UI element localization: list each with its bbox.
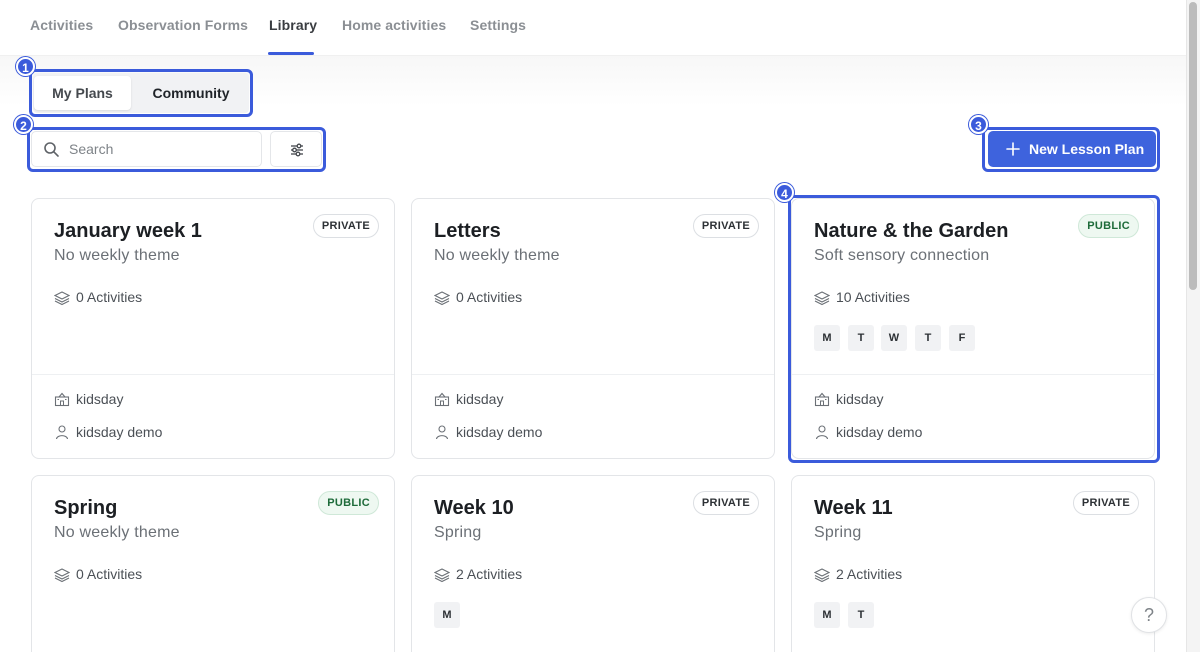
visibility-badge: PRIVATE bbox=[692, 491, 759, 515]
activity-count-label: 2 Activities bbox=[836, 566, 903, 582]
activity-count-label: 0 Activities bbox=[76, 289, 143, 305]
tab-activities[interactable]: Activities bbox=[30, 17, 93, 33]
help-button[interactable]: ? bbox=[1131, 597, 1167, 633]
card-title: Letters bbox=[434, 220, 501, 242]
day-chip: M bbox=[434, 602, 460, 628]
layers-icon bbox=[54, 568, 70, 583]
school-name: kidsday bbox=[456, 391, 504, 407]
visibility-badge: PRIVATE bbox=[1072, 491, 1139, 515]
visibility-badge: PUBLIC bbox=[318, 491, 379, 515]
card-subtitle: No weekly theme bbox=[54, 524, 180, 541]
card-title: Week 10 bbox=[434, 497, 514, 519]
annotation-box-3 bbox=[982, 127, 1160, 172]
card-subtitle: Spring bbox=[814, 524, 862, 541]
author-name: kidsday demo bbox=[76, 424, 163, 440]
school-name: kidsday bbox=[76, 391, 124, 407]
annotation-box-2 bbox=[27, 127, 326, 172]
user-icon bbox=[55, 425, 69, 440]
lesson-plan-card[interactable]: Spring No weekly theme PUBLIC 0 Activiti… bbox=[31, 475, 395, 652]
lesson-plan-card[interactable]: January week 1 No weekly theme PRIVATE 0… bbox=[31, 198, 395, 459]
lesson-plan-card[interactable]: Week 11 Spring PRIVATE 2 Activities M T bbox=[791, 475, 1155, 652]
tab-observation-forms[interactable]: Observation Forms bbox=[118, 17, 248, 33]
visibility-badge: PRIVATE bbox=[692, 214, 759, 238]
card-subtitle: No weekly theme bbox=[54, 247, 180, 264]
card-subtitle: No weekly theme bbox=[434, 247, 560, 264]
top-nav: Activities Observation Forms Library Hom… bbox=[0, 0, 1186, 56]
annotation-box-4 bbox=[788, 195, 1160, 463]
annotation-number-2: 2 bbox=[14, 115, 33, 134]
active-tab-indicator bbox=[268, 52, 314, 55]
annotation-box-1 bbox=[29, 69, 253, 117]
layers-icon bbox=[434, 568, 450, 583]
activity-count-label: 0 Activities bbox=[76, 566, 143, 582]
visibility-badge: PRIVATE bbox=[312, 214, 379, 238]
annotation-number-1: 1 bbox=[16, 57, 35, 76]
annotation-number-3: 3 bbox=[969, 115, 988, 134]
day-chip: T bbox=[848, 602, 874, 628]
card-title: January week 1 bbox=[54, 220, 202, 242]
lesson-plan-card[interactable]: Week 10 Spring PRIVATE 2 Activities M bbox=[411, 475, 775, 652]
activity-count-label: 0 Activities bbox=[456, 289, 523, 305]
school-icon bbox=[434, 392, 450, 407]
card-title: Week 11 bbox=[814, 497, 893, 519]
activity-count-label: 2 Activities bbox=[456, 566, 523, 582]
tab-home-activities[interactable]: Home activities bbox=[342, 17, 446, 33]
lesson-plan-card[interactable]: Letters No weekly theme PRIVATE 0 Activi… bbox=[411, 198, 775, 459]
tab-settings[interactable]: Settings bbox=[470, 17, 526, 33]
annotation-number-4: 4 bbox=[775, 183, 794, 202]
school-icon bbox=[54, 392, 70, 407]
card-divider bbox=[412, 374, 774, 375]
scrollbar-thumb[interactable] bbox=[1189, 2, 1197, 290]
layers-icon bbox=[54, 291, 70, 306]
card-subtitle: Spring bbox=[434, 524, 482, 541]
layers-icon bbox=[434, 291, 450, 306]
tab-library[interactable]: Library bbox=[269, 17, 317, 33]
user-icon bbox=[435, 425, 449, 440]
layers-icon bbox=[814, 568, 830, 583]
day-chip: M bbox=[814, 602, 840, 628]
card-divider bbox=[32, 374, 394, 375]
card-title: Spring bbox=[54, 497, 118, 519]
author-name: kidsday demo bbox=[456, 424, 543, 440]
